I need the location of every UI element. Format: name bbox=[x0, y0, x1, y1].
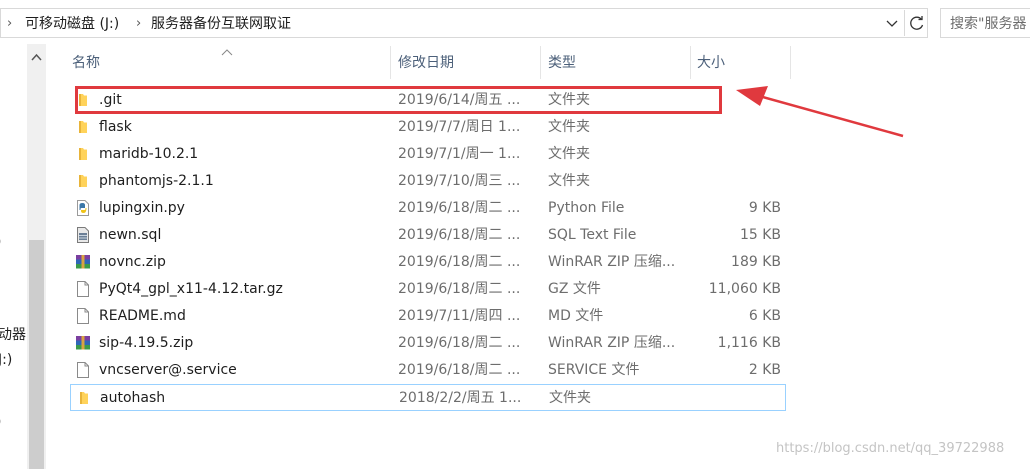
column-divider[interactable] bbox=[540, 46, 541, 79]
folder-icon bbox=[75, 119, 91, 135]
file-name: autohash bbox=[100, 390, 166, 406]
file-size: 6 KB bbox=[748, 308, 781, 324]
file-modified: 2019/7/11/周四 ... bbox=[398, 308, 521, 324]
folder-icon bbox=[75, 146, 91, 162]
navigation-pane[interactable]: ) 动器 J:) ) bbox=[0, 44, 26, 469]
breadcrumb-drive[interactable]: 可移动磁盘 (J:) bbox=[25, 14, 119, 34]
file-modified: 2019/7/10/周三 ... bbox=[398, 173, 521, 189]
file-type: SERVICE 文件 bbox=[548, 362, 640, 378]
file-modified: 2019/7/7/周日 1... bbox=[398, 119, 521, 135]
file-name: phantomjs-2.1.1 bbox=[99, 173, 214, 189]
column-divider[interactable] bbox=[390, 46, 391, 79]
file-modified: 2019/7/1/周一 1... bbox=[398, 146, 521, 162]
file-row[interactable]: PyQt4_gpl_x11-4.12.tar.gz 2019/6/18/周二 .… bbox=[70, 276, 786, 303]
file-size: 2 KB bbox=[748, 362, 781, 378]
file-type: 文件夹 bbox=[548, 119, 590, 135]
sql-file-icon bbox=[75, 227, 91, 243]
nav-fragment[interactable]: ) bbox=[0, 414, 1, 430]
file-name: PyQt4_gpl_x11-4.12.tar.gz bbox=[99, 281, 283, 297]
file-modified: 2018/2/2/周五 1... bbox=[399, 390, 522, 406]
file-row[interactable]: novnc.zip 2019/6/18/周二 ... WinRAR ZIP 压缩… bbox=[70, 249, 786, 276]
chevron-down-icon[interactable] bbox=[881, 13, 903, 35]
winrar-zip-icon bbox=[75, 254, 91, 270]
scroll-up-icon[interactable] bbox=[31, 50, 42, 61]
winrar-zip-icon bbox=[75, 335, 91, 351]
column-header-modified[interactable]: 修改日期 bbox=[398, 48, 454, 78]
file-row[interactable]: README.md 2019/7/11/周四 ... MD 文件 6 KB bbox=[70, 303, 786, 330]
python-file-icon bbox=[75, 200, 91, 216]
file-modified: 2019/6/18/周二 ... bbox=[398, 227, 521, 243]
file-row[interactable]: maridb-10.2.1 2019/7/1/周一 1... 文件夹 bbox=[70, 141, 786, 168]
generic-file-icon bbox=[75, 308, 91, 324]
file-size: 189 KB bbox=[731, 254, 781, 270]
file-name: flask bbox=[99, 119, 132, 135]
nav-fragment[interactable]: 动器 bbox=[0, 324, 26, 344]
file-modified: 2019/6/18/周二 ... bbox=[398, 281, 521, 297]
file-size: 1,116 KB bbox=[717, 335, 781, 351]
annotation-highlight-box bbox=[75, 86, 722, 114]
column-header-type[interactable]: 类型 bbox=[548, 48, 576, 78]
address-bar[interactable]: › 可移动磁盘 (J:) › 服务器备份互联网取证 bbox=[0, 8, 928, 38]
file-row[interactable]: phantomjs-2.1.1 2019/7/10/周三 ... 文件夹 bbox=[70, 168, 786, 195]
file-name: novnc.zip bbox=[99, 254, 166, 270]
breadcrumb-folder[interactable]: 服务器备份互联网取证 bbox=[151, 14, 291, 34]
file-type: GZ 文件 bbox=[548, 281, 601, 297]
file-row[interactable]: lupingxin.py 2019/6/18/周二 ... Python Fil… bbox=[70, 195, 786, 222]
column-divider[interactable] bbox=[690, 46, 691, 79]
folder-icon bbox=[76, 390, 92, 406]
file-name: sip-4.19.5.zip bbox=[99, 335, 194, 351]
breadcrumb-separator-icon[interactable]: › bbox=[136, 14, 141, 34]
file-size: 15 KB bbox=[739, 227, 781, 243]
search-placeholder: 搜索"服务器 bbox=[950, 16, 1027, 32]
file-modified: 2019/6/18/周二 ... bbox=[398, 362, 521, 378]
column-divider[interactable] bbox=[790, 46, 791, 79]
watermark: https://blog.csdn.net/qq_39722988 bbox=[776, 441, 1005, 456]
file-type: 文件夹 bbox=[548, 146, 590, 162]
file-name: README.md bbox=[99, 308, 186, 324]
file-size: 9 KB bbox=[748, 200, 781, 216]
file-row[interactable]: sip-4.19.5.zip 2019/6/18/周二 ... WinRAR Z… bbox=[70, 330, 786, 357]
file-row[interactable]: flask 2019/7/7/周日 1... 文件夹 bbox=[70, 114, 786, 141]
file-modified: 2019/6/18/周二 ... bbox=[398, 200, 521, 216]
file-row-selected[interactable]: autohash 2018/2/2/周五 1... 文件夹 bbox=[70, 384, 786, 411]
file-type: Python File bbox=[548, 200, 625, 216]
file-name: maridb-10.2.1 bbox=[99, 146, 199, 162]
generic-file-icon bbox=[75, 362, 91, 378]
file-name: newn.sql bbox=[99, 227, 162, 243]
file-name: vncserver@.service bbox=[99, 362, 237, 378]
file-size: 11,060 KB bbox=[708, 281, 781, 297]
file-name: lupingxin.py bbox=[99, 200, 185, 216]
file-type: 文件夹 bbox=[549, 390, 591, 406]
nav-scrollbar[interactable] bbox=[27, 44, 46, 469]
file-type: WinRAR ZIP 压缩... bbox=[548, 254, 676, 270]
sort-ascending-icon bbox=[221, 44, 233, 56]
column-header-size[interactable]: 大小 bbox=[697, 48, 725, 78]
file-type: MD 文件 bbox=[548, 308, 604, 324]
generic-file-icon bbox=[75, 281, 91, 297]
nav-fragment[interactable]: J:) bbox=[0, 352, 12, 368]
file-modified: 2019/6/18/周二 ... bbox=[398, 254, 521, 270]
file-row[interactable]: vncserver@.service 2019/6/18/周二 ... SERV… bbox=[70, 357, 786, 384]
address-chevron-icon[interactable]: › bbox=[7, 14, 12, 34]
search-input[interactable]: 搜索"服务器 bbox=[940, 8, 1030, 38]
file-modified: 2019/6/18/周二 ... bbox=[398, 335, 521, 351]
file-row[interactable]: newn.sql 2019/6/18/周二 ... SQL Text File … bbox=[70, 222, 786, 249]
nav-fragment[interactable]: ) bbox=[0, 234, 1, 250]
refresh-icon[interactable] bbox=[904, 10, 928, 36]
folder-icon bbox=[75, 173, 91, 189]
scrollbar-thumb[interactable] bbox=[29, 240, 44, 469]
file-type: WinRAR ZIP 压缩... bbox=[548, 335, 676, 351]
file-type: 文件夹 bbox=[548, 173, 590, 189]
column-header-name[interactable]: 名称 bbox=[72, 48, 100, 78]
file-type: SQL Text File bbox=[548, 227, 637, 243]
